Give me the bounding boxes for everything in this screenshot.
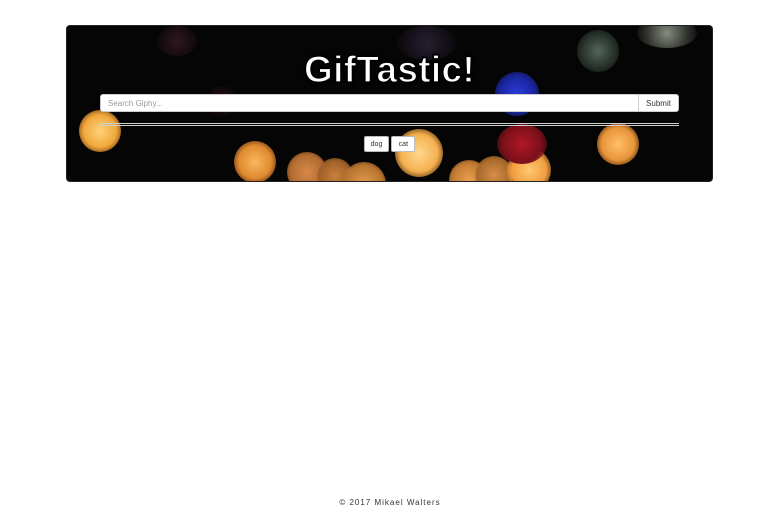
search-bar: Submit — [100, 94, 679, 112]
bokeh-light — [507, 148, 551, 181]
bokeh-light — [475, 156, 513, 181]
bokeh-light — [287, 152, 327, 181]
submit-button[interactable]: Submit — [638, 95, 678, 111]
page: GifTastic! Submit dog cat © 2017 Mikael … — [0, 0, 780, 508]
search-input[interactable] — [101, 95, 638, 111]
divider — [100, 123, 679, 126]
page-title: GifTastic! — [303, 49, 475, 90]
tag-button-list: dog cat — [67, 136, 712, 152]
bokeh-light — [449, 160, 489, 181]
tag-button-cat[interactable]: cat — [391, 136, 416, 152]
hero-jumbotron: GifTastic! Submit dog cat — [67, 26, 712, 181]
footer-copyright: © 2017 Mikael Walters — [339, 498, 441, 507]
bokeh-light — [342, 162, 386, 181]
bokeh-light — [637, 26, 697, 48]
tag-button-dog[interactable]: dog — [363, 136, 390, 152]
bokeh-light — [317, 158, 353, 181]
